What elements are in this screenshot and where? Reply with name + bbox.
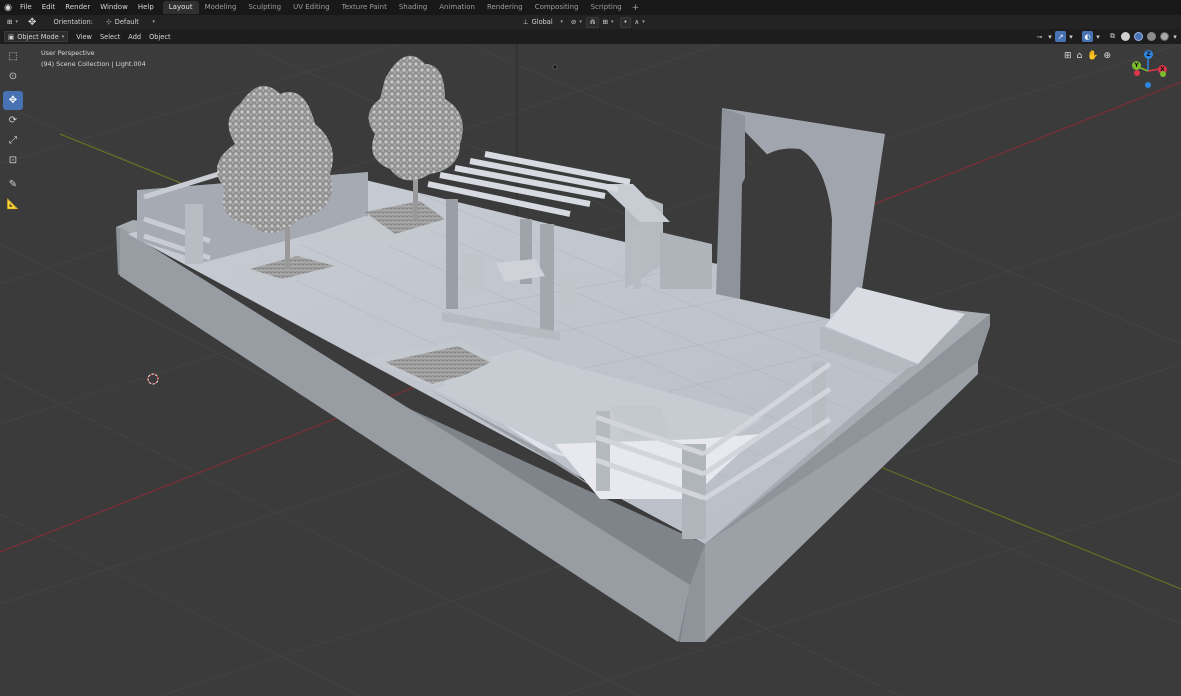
falloff-curve-icon: ∧ [634,18,640,26]
move-icon[interactable]: ✥ [3,91,23,110]
snap-options-button[interactable]: ⊞ ▾ [599,17,616,28]
add-workspace-button[interactable]: + [628,3,644,13]
navigation-controls: ⊞ ⌂ ✋ ⊕ [1064,51,1111,61]
tab-modeling[interactable]: Modeling [199,1,243,14]
menu-help[interactable]: Help [133,0,159,15]
railing-post [185,204,203,264]
measure-icon[interactable]: 📐 [3,195,23,214]
grid-view-icon[interactable]: ⊞ [1064,51,1072,61]
menu-edit[interactable]: Edit [37,0,61,15]
object-mode-icon: ▣ [8,32,15,41]
3d-viewport[interactable] [0,44,1181,696]
light-icon [552,64,558,70]
menu-window[interactable]: Window [95,0,133,15]
viewport-display-controls: ⊸ ▾ ↗ ▾ ◐ ▾ ⧉ ▾ [1034,31,1178,42]
tab-sculpting[interactable]: Sculpting [242,1,287,14]
tab-uv-editing[interactable]: UV Editing [287,1,336,14]
show-overlays-icon[interactable]: ◐ [1082,31,1093,42]
orientation-dropdown[interactable]: ⊹ Default ▾ [103,17,158,28]
perspective-label: User Perspective [41,49,95,57]
chevron-down-icon: ▾ [152,19,155,25]
menu-file[interactable]: File [15,0,37,15]
scale-icon[interactable]: ⤢ [3,131,23,150]
pivot-icon: ⊘ [570,18,577,26]
menu-render[interactable]: Render [60,0,95,15]
proportional-edit-toggle[interactable]: • [619,16,632,28]
tab-layout[interactable]: Layout [162,1,199,14]
transform-space-dropdown[interactable]: ⊥ Global ▾ [520,17,566,28]
transform-pivot-button[interactable]: ✥ [25,17,39,28]
move-arrows-icon: ✥ [28,16,37,28]
neg-y-axis-handle[interactable] [1160,71,1166,77]
solid-shading-icon[interactable] [1134,32,1143,41]
chevron-down-icon: ▾ [1069,32,1073,41]
object-mode-dropdown[interactable]: ▣ Object Mode ▾ [4,31,69,42]
chevron-down-icon: ▾ [611,19,614,25]
snap-grid-icon: ⊞ [602,18,608,26]
y-axis-handle[interactable]: Y [1132,61,1141,70]
viewport-info: User Perspective (94) Scene Collection |… [41,48,146,70]
chevron-down-icon: ▾ [1173,32,1177,41]
neg-x-axis-handle[interactable] [1134,70,1140,76]
add-menu[interactable]: Add [124,33,145,41]
editor-type-button[interactable]: ⊞ ▾ [4,17,21,28]
hand-pan-icon[interactable]: ✋ [1087,51,1098,61]
chevron-down-icon: ▾ [1096,32,1100,41]
collection-info: (94) Scene Collection | Light.004 [41,60,146,68]
magnet-icon: ⋒ [589,18,596,26]
chevron-down-icon: ▾ [642,19,645,25]
xray-icon[interactable]: ⧉ [1107,31,1118,42]
tab-shading[interactable]: Shading [393,1,433,14]
blender-logo-icon[interactable]: ◉ [1,0,15,15]
tool-shelf: ⬚ ⊙ ✥ ⟳ ⤢ ⊡ ✎ 📐 [3,47,23,215]
object-visibility-icon[interactable]: ⊸ [1034,31,1045,42]
chevron-down-icon: ▾ [61,33,65,40]
transform-space-value: Global [531,18,553,26]
select-menu[interactable]: Select [96,33,124,41]
orientation-value: Default [114,18,139,26]
blender-window: ◉ File Edit Render Window Help Layout Mo… [0,0,1181,696]
chevron-down-icon: ▾ [15,19,19,25]
viewport-header: ▣ Object Mode ▾ View Select Add Object ⊸… [0,29,1181,44]
select-box-icon[interactable]: ⬚ [3,47,23,66]
show-gizmo-icon[interactable]: ↗ [1055,31,1066,42]
axes-icon: ⊥ [522,18,529,26]
tab-rendering[interactable]: Rendering [481,1,529,14]
rotate-icon[interactable]: ⟳ [3,111,23,130]
tab-scripting[interactable]: Scripting [585,1,628,14]
tab-texture-paint[interactable]: Texture Paint [336,1,393,14]
rendered-shading-icon[interactable] [1160,32,1169,41]
tab-compositing[interactable]: Compositing [529,1,585,14]
chevron-down-icon: ▾ [579,19,582,25]
material-shading-icon[interactable] [1147,32,1156,41]
tool-header: ⊞ ▾ ✥ Orientation: ⊹ Default ▾ ⊥ Global ▾… [0,15,1181,29]
camera-icon[interactable]: ⌂ [1077,51,1083,61]
chevron-down-icon: ▾ [1048,32,1052,41]
workspace-tabs: Layout Modeling Sculpting UV Editing Tex… [162,0,644,15]
tab-animation[interactable]: Animation [433,1,481,14]
cursor-icon[interactable]: ⊙ [3,67,23,86]
annotate-icon[interactable]: ✎ [3,175,23,194]
neg-z-axis-handle[interactable] [1145,82,1151,88]
object-mode-label: Object Mode [17,32,59,41]
wireframe-shading-icon[interactable] [1121,32,1130,41]
view-menu[interactable]: View [72,33,96,41]
z-axis-handle[interactable]: Z [1144,50,1153,59]
chevron-down-icon: ▾ [560,19,563,25]
arch-wall [716,108,885,319]
orientation-icon: ⊹ [105,18,112,26]
snap-toggle[interactable]: ⋒ [585,16,600,28]
proportional-icon: • [623,18,628,26]
pivot-point-button[interactable]: ⊘ ▾ [568,17,585,28]
transform-icon[interactable]: ⊡ [3,151,23,170]
navigation-gizmo[interactable]: Z X Y [1124,46,1174,92]
object-menu[interactable]: Object [145,33,174,41]
zoom-icon[interactable]: ⊕ [1103,51,1111,61]
orientation-label: Orientation: [53,18,93,26]
editor-type-icon: ⊞ [7,18,13,26]
top-menu-bar: ◉ File Edit Render Window Help Layout Mo… [0,0,1181,15]
falloff-button[interactable]: ∧ ▾ [631,17,647,28]
